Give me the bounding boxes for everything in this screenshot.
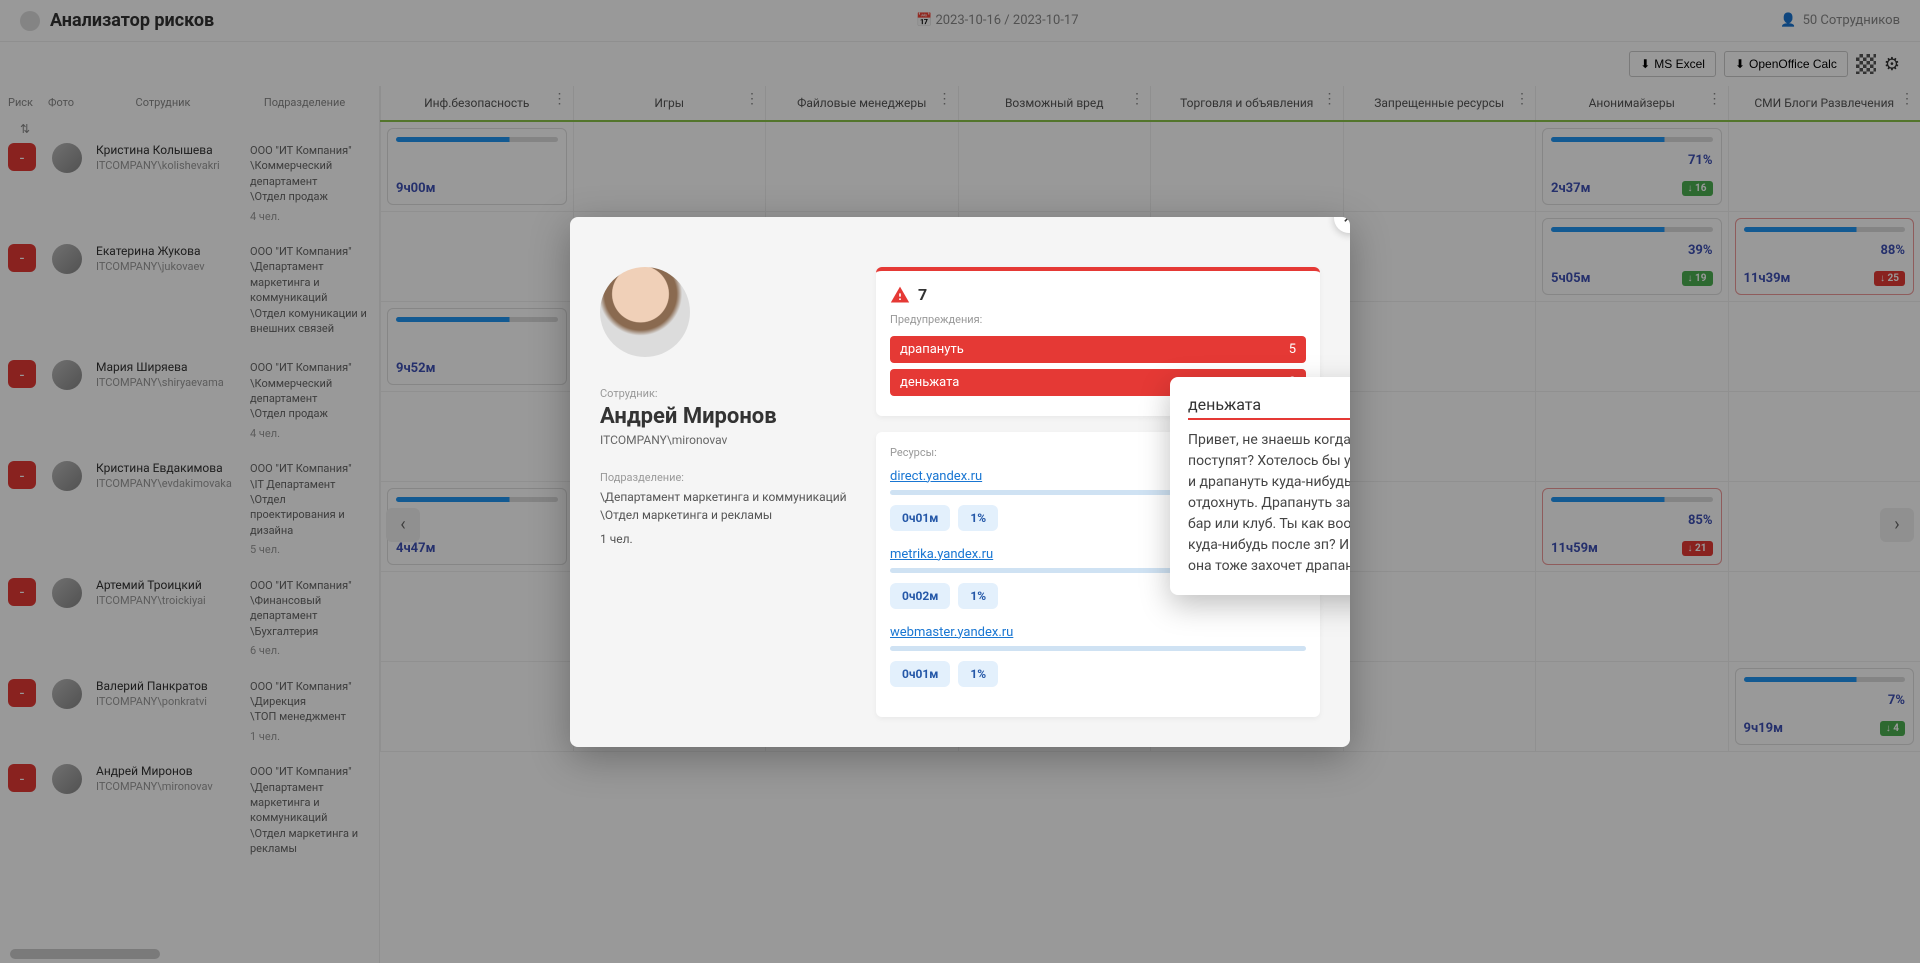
resource-item: webmaster.yandex.ru 0ч01м 1%: [890, 625, 1306, 687]
employee-detail-modal: ✕ деньжата 2 Привет, не знаешь когда там…: [570, 217, 1350, 747]
resource-percent: 1%: [958, 505, 998, 531]
resource-link[interactable]: webmaster.yandex.ru: [890, 625, 1306, 640]
dept-label: Подразделение:: [600, 471, 860, 484]
resource-time: 0ч01м: [890, 505, 950, 531]
profile-avatar: [600, 267, 690, 357]
warning-count: 5: [1289, 342, 1296, 357]
warning-item[interactable]: драпануть 5: [890, 336, 1306, 363]
profile-label: Сотрудник:: [600, 387, 860, 400]
resource-percent: 1%: [958, 583, 998, 609]
resource-time: 0ч02м: [890, 583, 950, 609]
tooltip-text: Привет, не знаешь когда там деньжата пос…: [1188, 430, 1350, 577]
profile-name: Андрей Миронов: [600, 404, 860, 429]
warning-word: драпануть: [900, 342, 964, 357]
profile-login: ITCOMPANY\mironovav: [600, 433, 860, 447]
context-tooltip: деньжата 2 Привет, не знаешь когда там д…: [1170, 377, 1350, 595]
tooltip-word: деньжата: [1188, 395, 1261, 414]
warning-icon: [890, 285, 910, 305]
resource-bar: [890, 646, 1306, 651]
profile-column: Сотрудник: Андрей Миронов ITCOMPANY\miro…: [600, 267, 860, 717]
warning-word: деньжата: [900, 375, 959, 390]
warnings-count: 7: [918, 285, 927, 304]
resource-percent: 1%: [958, 661, 998, 687]
resource-time: 0ч01м: [890, 661, 950, 687]
modal-overlay[interactable]: ✕ деньжата 2 Привет, не знаешь когда там…: [0, 0, 1920, 963]
profile-count: 1 чел.: [600, 530, 860, 548]
profile-dept: \Департамент маркетинга и коммуникаций\О…: [600, 488, 860, 524]
warnings-label: Предупреждения:: [890, 313, 1306, 326]
